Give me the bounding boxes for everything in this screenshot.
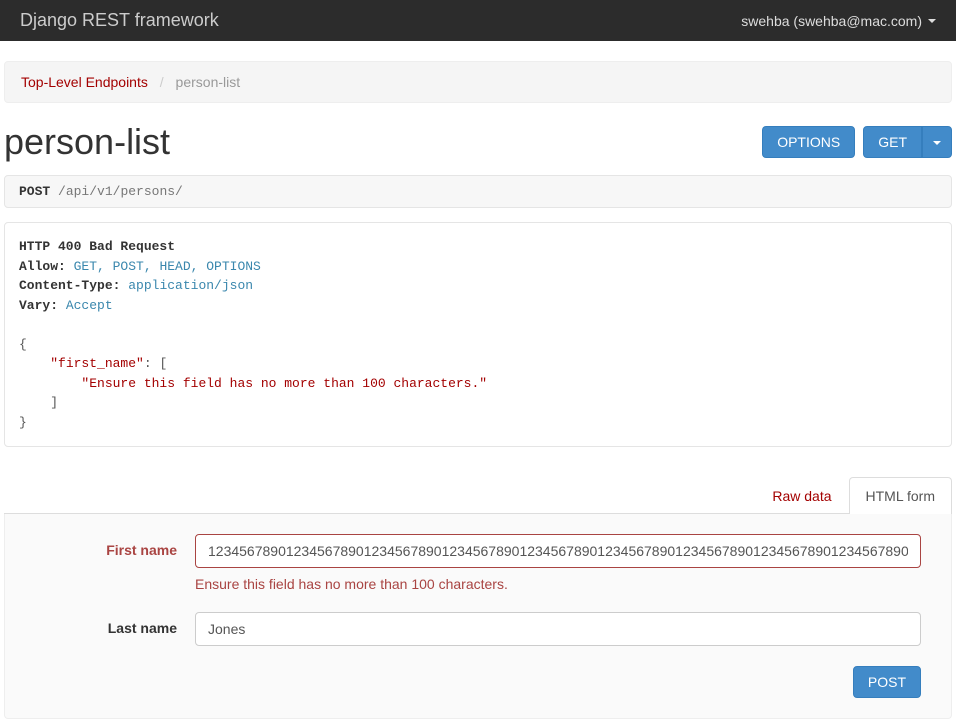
request-method: POST [19, 184, 50, 199]
get-button-group: GET [863, 126, 952, 158]
caret-down-icon [933, 141, 941, 145]
header-allow-name: Allow: [19, 259, 66, 274]
action-buttons: OPTIONS GET [762, 126, 952, 158]
header-allow-value: GET, POST, HEAD, OPTIONS [74, 259, 261, 274]
get-button[interactable]: GET [863, 126, 922, 158]
response-box: HTTP 400 Bad Request Allow: GET, POST, H… [4, 222, 952, 447]
get-dropdown-toggle[interactable] [922, 126, 952, 158]
error-first-name: Ensure this field has no more than 100 c… [195, 576, 921, 592]
json-error-message: "Ensure this field has no more than 100 … [81, 376, 487, 391]
page-title: person-list [4, 121, 170, 163]
input-first-name[interactable] [195, 534, 921, 568]
json-key: "first_name" [50, 356, 144, 371]
user-label: swehba (swehba@mac.com) [741, 13, 922, 29]
input-last-name[interactable] [195, 612, 921, 646]
header-content-type-value: application/json [128, 278, 253, 293]
header-vary-value: Accept [66, 298, 113, 313]
navbar: Django REST framework swehba (swehba@mac… [0, 0, 956, 41]
breadcrumb-separator: / [160, 74, 164, 90]
form-actions: POST [35, 666, 921, 698]
tab-raw-data[interactable]: Raw data [755, 477, 848, 514]
form-tabs: Raw data HTML form [4, 477, 952, 514]
breadcrumb: Top-Level Endpoints / person-list [4, 61, 952, 103]
header-content-type-name: Content-Type: [19, 278, 120, 293]
breadcrumb-root-link[interactable]: Top-Level Endpoints [21, 74, 148, 90]
label-last-name: Last name [35, 612, 195, 636]
user-menu[interactable]: swehba (swehba@mac.com) [741, 13, 936, 29]
options-button[interactable]: OPTIONS [762, 126, 855, 158]
brand-title[interactable]: Django REST framework [20, 10, 219, 31]
tab-html-form[interactable]: HTML form [849, 477, 952, 514]
caret-down-icon [928, 19, 936, 23]
request-info: POST /api/v1/persons/ [4, 175, 952, 208]
form-row-first-name: First name Ensure this field has no more… [35, 534, 921, 592]
form-panel: First name Ensure this field has no more… [4, 514, 952, 719]
post-button[interactable]: POST [853, 666, 921, 698]
request-path: /api/v1/persons/ [58, 184, 183, 199]
breadcrumb-current: person-list [176, 74, 241, 90]
form-row-last-name: Last name [35, 612, 921, 646]
label-first-name: First name [35, 534, 195, 558]
page-header: person-list OPTIONS GET [4, 121, 952, 163]
response-status: HTTP 400 Bad Request [19, 239, 175, 254]
header-vary-name: Vary: [19, 298, 58, 313]
